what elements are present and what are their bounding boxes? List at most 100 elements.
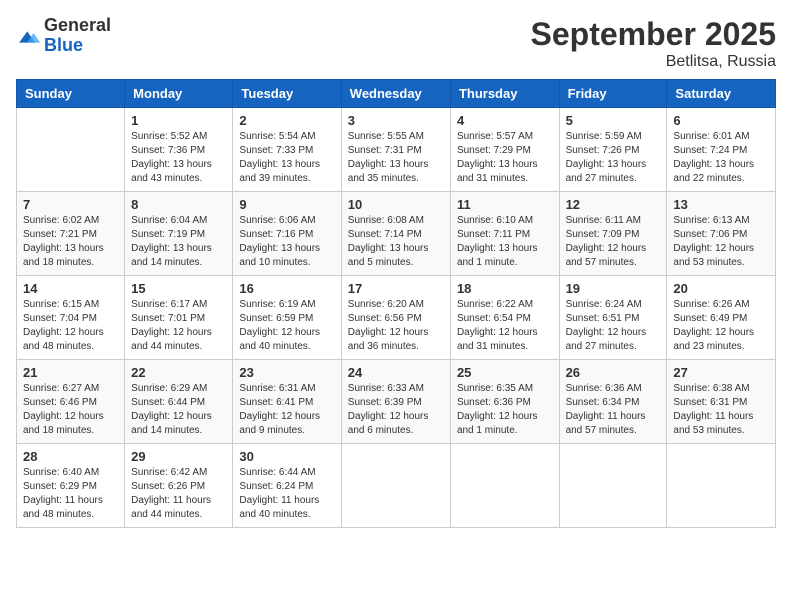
- logo: General Blue: [16, 16, 111, 56]
- calendar-cell: 29 Sunrise: 6:42 AMSunset: 6:26 PMDayligh…: [125, 444, 233, 528]
- calendar-table: SundayMondayTuesdayWednesdayThursdayFrid…: [16, 79, 776, 528]
- calendar-cell: 15Sunrise: 6:17 AMSunset: 7:01 PMDayligh…: [125, 276, 233, 360]
- day-info: Sunrise: 6:11 AMSunset: 7:09 PMDaylight:…: [566, 214, 661, 270]
- calendar-cell: 23 Sunrise: 6:31 AMSunset: 6:41 PMDayligh…: [233, 360, 341, 444]
- calendar-cell: 18 Sunrise: 6:22 AMSunset: 6:54 PMDayligh…: [450, 276, 559, 360]
- day-info: Sunrise: 6:36 AMSunset: 6:34 PMDaylight:…: [566, 382, 661, 438]
- calendar-cell: 14 Sunrise: 6:15 AMSunset: 7:04 PMDayligh…: [17, 276, 125, 360]
- weekday-header-tuesday: Tuesday: [233, 80, 341, 108]
- day-info: Sunrise: 6:08 AMSunset: 7:14 PMDaylight:…: [348, 214, 444, 270]
- day-info: Sunrise: 6:04 AMSunset: 7:19 PMDaylight:…: [131, 214, 226, 270]
- calendar-cell: [559, 444, 667, 528]
- day-info: Sunrise: 6:20 AMSunset: 6:56 PMDaylight:…: [348, 298, 444, 354]
- day-info: Sunrise: 6:42 AMSunset: 6:26 PMDaylight:…: [131, 466, 226, 522]
- day-number: 30: [239, 449, 334, 464]
- calendar-cell: 25 Sunrise: 6:35 AMSunset: 6:36 PMDayligh…: [450, 360, 559, 444]
- logo-icon: [16, 25, 40, 49]
- calendar-week-2: 7 Sunrise: 6:02 AMSunset: 7:21 PMDaylight…: [17, 192, 776, 276]
- day-info: Sunrise: 6:35 AMSunset: 6:36 PMDaylight:…: [457, 382, 553, 438]
- calendar-cell: [667, 444, 776, 528]
- day-info: Sunrise: 6:38 AMSunset: 6:31 PMDaylight:…: [673, 382, 769, 438]
- calendar-cell: 27Sunrise: 6:38 AMSunset: 6:31 PMDayligh…: [667, 360, 776, 444]
- day-number: 26: [566, 365, 661, 380]
- calendar-cell: [450, 444, 559, 528]
- day-info: Sunrise: 6:44 AMSunset: 6:24 PMDaylight:…: [239, 466, 334, 522]
- calendar-cell: 9 Sunrise: 6:06 AMSunset: 7:16 PMDaylight…: [233, 192, 341, 276]
- day-number: 19: [566, 281, 661, 296]
- day-info: Sunrise: 6:33 AMSunset: 6:39 PMDaylight:…: [348, 382, 444, 438]
- day-number: 2: [239, 113, 334, 128]
- weekday-header-saturday: Saturday: [667, 80, 776, 108]
- calendar-cell: 28 Sunrise: 6:40 AMSunset: 6:29 PMDayligh…: [17, 444, 125, 528]
- calendar-cell: 17 Sunrise: 6:20 AMSunset: 6:56 PMDayligh…: [341, 276, 450, 360]
- day-info: Sunrise: 5:54 AMSunset: 7:33 PMDaylight:…: [239, 130, 334, 186]
- day-number: 23: [239, 365, 334, 380]
- day-number: 5: [566, 113, 661, 128]
- calendar-cell: 13Sunrise: 6:13 AMSunset: 7:06 PMDayligh…: [667, 192, 776, 276]
- weekday-header-row: SundayMondayTuesdayWednesdayThursdayFrid…: [17, 80, 776, 108]
- calendar-cell: 6Sunrise: 6:01 AMSunset: 7:24 PMDaylight…: [667, 108, 776, 192]
- calendar-week-4: 21Sunrise: 6:27 AMSunset: 6:46 PMDayligh…: [17, 360, 776, 444]
- day-number: 8: [131, 197, 226, 212]
- calendar-cell: 19 Sunrise: 6:24 AMSunset: 6:51 PMDayligh…: [559, 276, 667, 360]
- calendar-cell: [17, 108, 125, 192]
- calendar-cell: 1Sunrise: 5:52 AMSunset: 7:36 PMDaylight…: [125, 108, 233, 192]
- day-number: 13: [673, 197, 769, 212]
- day-info: Sunrise: 5:55 AMSunset: 7:31 PMDaylight:…: [348, 130, 444, 186]
- day-number: 16: [239, 281, 334, 296]
- day-number: 28: [23, 449, 118, 464]
- day-info: Sunrise: 5:52 AMSunset: 7:36 PMDaylight:…: [131, 130, 226, 186]
- calendar-cell: 26 Sunrise: 6:36 AMSunset: 6:34 PMDayligh…: [559, 360, 667, 444]
- calendar-cell: 22Sunrise: 6:29 AMSunset: 6:44 PMDayligh…: [125, 360, 233, 444]
- calendar-cell: 24 Sunrise: 6:33 AMSunset: 6:39 PMDayligh…: [341, 360, 450, 444]
- page-header: General Blue September 2025 Betlitsa, Ru…: [16, 16, 776, 71]
- day-info: Sunrise: 6:31 AMSunset: 6:41 PMDaylight:…: [239, 382, 334, 438]
- calendar-cell: 2 Sunrise: 5:54 AMSunset: 7:33 PMDaylight…: [233, 108, 341, 192]
- day-number: 17: [348, 281, 444, 296]
- weekday-header-wednesday: Wednesday: [341, 80, 450, 108]
- day-info: Sunrise: 6:02 AMSunset: 7:21 PMDaylight:…: [23, 214, 118, 270]
- calendar-week-3: 14 Sunrise: 6:15 AMSunset: 7:04 PMDayligh…: [17, 276, 776, 360]
- day-info: Sunrise: 6:15 AMSunset: 7:04 PMDaylight:…: [23, 298, 118, 354]
- day-number: 11: [457, 197, 553, 212]
- day-number: 25: [457, 365, 553, 380]
- weekday-header-monday: Monday: [125, 80, 233, 108]
- logo-blue-text: Blue: [44, 36, 111, 56]
- day-info: Sunrise: 6:22 AMSunset: 6:54 PMDaylight:…: [457, 298, 553, 354]
- calendar-cell: 4Sunrise: 5:57 AMSunset: 7:29 PMDaylight…: [450, 108, 559, 192]
- calendar-cell: 12 Sunrise: 6:11 AMSunset: 7:09 PMDayligh…: [559, 192, 667, 276]
- weekday-header-sunday: Sunday: [17, 80, 125, 108]
- day-info: Sunrise: 6:29 AMSunset: 6:44 PMDaylight:…: [131, 382, 226, 438]
- title-block: September 2025 Betlitsa, Russia: [531, 16, 776, 71]
- day-info: Sunrise: 6:01 AMSunset: 7:24 PMDaylight:…: [673, 130, 769, 186]
- day-info: Sunrise: 6:40 AMSunset: 6:29 PMDaylight:…: [23, 466, 118, 522]
- day-number: 14: [23, 281, 118, 296]
- day-number: 15: [131, 281, 226, 296]
- day-number: 4: [457, 113, 553, 128]
- calendar-cell: 30 Sunrise: 6:44 AMSunset: 6:24 PMDayligh…: [233, 444, 341, 528]
- day-number: 29: [131, 449, 226, 464]
- calendar-cell: 11 Sunrise: 6:10 AMSunset: 7:11 PMDayligh…: [450, 192, 559, 276]
- day-number: 24: [348, 365, 444, 380]
- day-number: 18: [457, 281, 553, 296]
- calendar-cell: 5Sunrise: 5:59 AMSunset: 7:26 PMDaylight…: [559, 108, 667, 192]
- calendar-cell: 7 Sunrise: 6:02 AMSunset: 7:21 PMDaylight…: [17, 192, 125, 276]
- day-info: Sunrise: 6:06 AMSunset: 7:16 PMDaylight:…: [239, 214, 334, 270]
- weekday-header-friday: Friday: [559, 80, 667, 108]
- day-info: Sunrise: 6:24 AMSunset: 6:51 PMDaylight:…: [566, 298, 661, 354]
- month-year-title: September 2025: [531, 16, 776, 53]
- calendar-cell: 20Sunrise: 6:26 AMSunset: 6:49 PMDayligh…: [667, 276, 776, 360]
- location-subtitle: Betlitsa, Russia: [531, 53, 776, 71]
- calendar-cell: [341, 444, 450, 528]
- calendar-cell: 8 Sunrise: 6:04 AMSunset: 7:19 PMDaylight…: [125, 192, 233, 276]
- weekday-header-thursday: Thursday: [450, 80, 559, 108]
- day-info: Sunrise: 6:10 AMSunset: 7:11 PMDaylight:…: [457, 214, 553, 270]
- day-number: 7: [23, 197, 118, 212]
- calendar-week-5: 28 Sunrise: 6:40 AMSunset: 6:29 PMDayligh…: [17, 444, 776, 528]
- calendar-cell: 21Sunrise: 6:27 AMSunset: 6:46 PMDayligh…: [17, 360, 125, 444]
- day-info: Sunrise: 6:26 AMSunset: 6:49 PMDaylight:…: [673, 298, 769, 354]
- day-number: 12: [566, 197, 661, 212]
- day-number: 9: [239, 197, 334, 212]
- calendar-week-1: 1Sunrise: 5:52 AMSunset: 7:36 PMDaylight…: [17, 108, 776, 192]
- calendar-cell: 16Sunrise: 6:19 AMSunset: 6:59 PMDayligh…: [233, 276, 341, 360]
